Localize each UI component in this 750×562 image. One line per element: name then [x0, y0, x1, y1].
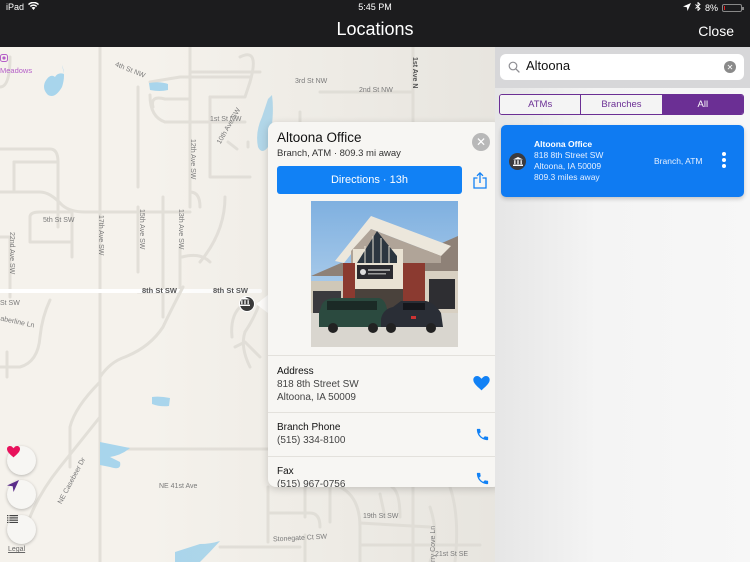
result-type: Branch, ATM [654, 156, 703, 166]
map-street-label: 12th Ave SW [189, 139, 196, 180]
branch-phone-row[interactable]: Branch Phone (515) 334-8100 [268, 412, 501, 456]
map-street-label: NE 41st Ave [159, 483, 198, 490]
filter-atms[interactable]: ATMs [500, 95, 581, 114]
map-street-label: 21st St SE [435, 551, 469, 558]
address-label: Address [277, 366, 314, 377]
current-location-button[interactable] [7, 480, 36, 509]
directions-button[interactable]: Directions · 13h [277, 166, 462, 194]
result-distance: 809.3 miles away [534, 172, 600, 182]
favorites-button[interactable] [7, 446, 36, 475]
status-bar: iPad 5:45 PM 8% [0, 0, 750, 14]
share-button[interactable] [473, 171, 489, 190]
bank-icon [509, 153, 526, 170]
map-street-label: 8th St SW [142, 286, 177, 295]
map-street-label: 3rd St NW [295, 78, 328, 85]
phone-icon [476, 472, 489, 485]
address-line-1: 818 8th Street SW [277, 379, 359, 390]
status-right: 8% [682, 1, 744, 13]
location-type-filter: ATMs Branches All [499, 94, 744, 115]
map-street-label: 15th Ave SW [138, 209, 145, 250]
map-street-label: 19th St SW [363, 513, 399, 520]
popover-pointer [256, 295, 268, 313]
locations-panel: ✕ ATMs Branches All Altoona Office 818 8… [495, 47, 750, 562]
branch-phone-value[interactable]: (515) 334-8100 [277, 435, 345, 448]
heart-icon [473, 376, 490, 391]
search-icon [508, 60, 520, 78]
fax-value[interactable]: (515) 967-0756 [277, 479, 345, 487]
branch-phone-label: Branch Phone [277, 422, 341, 433]
location-photo [311, 201, 458, 347]
list-view-button[interactable] [7, 515, 36, 544]
map-street-label: 5th St SW [43, 217, 75, 224]
more-dot [722, 164, 726, 168]
call-fax-button[interactable] [475, 471, 490, 487]
result-address-line-2: Altoona, IA 50009 [534, 161, 602, 171]
call-branch-button[interactable] [475, 427, 490, 447]
clear-icon: ✕ [726, 62, 734, 72]
bluetooth-icon [695, 1, 701, 13]
bank-icon [240, 297, 250, 306]
more-options-button[interactable] [722, 152, 726, 168]
location-result-item[interactable]: Altoona Office 818 8th Street SW Altoona… [501, 125, 744, 197]
battery-percent: 8% [704, 2, 718, 13]
filter-all[interactable]: All [661, 95, 743, 114]
map-poi-label: Meadows [0, 66, 33, 75]
close-button[interactable]: Close [698, 23, 734, 39]
address-line-2: Altoona, IA 50009 [277, 391, 356, 403]
address-row: Address 818 8th Street SW Altoona, IA 50… [268, 355, 501, 412]
location-title: Altoona Office [277, 130, 362, 145]
battery-level [724, 5, 725, 10]
map-street-label: 17th Ave SW [97, 215, 104, 256]
location-arrow-icon [7, 480, 19, 492]
share-icon [473, 171, 487, 189]
map-street-label: 2nd St NW [359, 87, 393, 94]
filter-branches[interactable]: Branches [580, 95, 662, 114]
more-dot [722, 152, 726, 156]
map-street-label: 8th St SW [213, 286, 248, 295]
location-services-icon [682, 2, 691, 13]
map-street-label: 1st Ave N [411, 57, 418, 89]
clock: 5:45 PM [358, 2, 392, 12]
navigation-bar: Locations Close [0, 14, 750, 47]
app-root: iPad 5:45 PM 8% Locations Close Meadows … [0, 0, 750, 562]
search-input[interactable] [526, 58, 716, 73]
phone-icon [476, 428, 489, 441]
fax-row[interactable]: Fax (515) 967-0756 [268, 456, 501, 487]
page-title: Locations [336, 19, 414, 39]
map-street-label: 13th Ave SW [177, 209, 184, 250]
more-dot [722, 158, 726, 162]
search-field[interactable]: ✕ [500, 54, 744, 80]
search-bar: ✕ [495, 47, 750, 88]
location-detail-popover: Altoona Office Branch, ATM · 809.3 mi aw… [268, 122, 501, 487]
result-name: Altoona Office [534, 139, 593, 149]
popover-close-button[interactable]: ✕ [472, 133, 490, 151]
heart-icon [7, 446, 20, 458]
map-street-label: St SW [0, 300, 20, 307]
close-icon: ✕ [475, 135, 487, 149]
battery-icon [722, 3, 744, 12]
clear-search-button[interactable]: ✕ [724, 61, 736, 73]
result-address-line-1: 818 8th Street SW [534, 150, 604, 160]
bank-map-pin[interactable] [239, 296, 255, 312]
favorite-button[interactable] [473, 376, 490, 396]
location-subtitle: Branch, ATM · 809.3 mi away [277, 148, 401, 159]
fax-label: Fax [277, 466, 294, 477]
legal-link[interactable]: Legal [8, 546, 25, 553]
map-street-label: 22nd Ave SW [8, 232, 15, 275]
map-street-label: rry Cove Ln [430, 525, 437, 562]
list-icon [7, 515, 18, 523]
